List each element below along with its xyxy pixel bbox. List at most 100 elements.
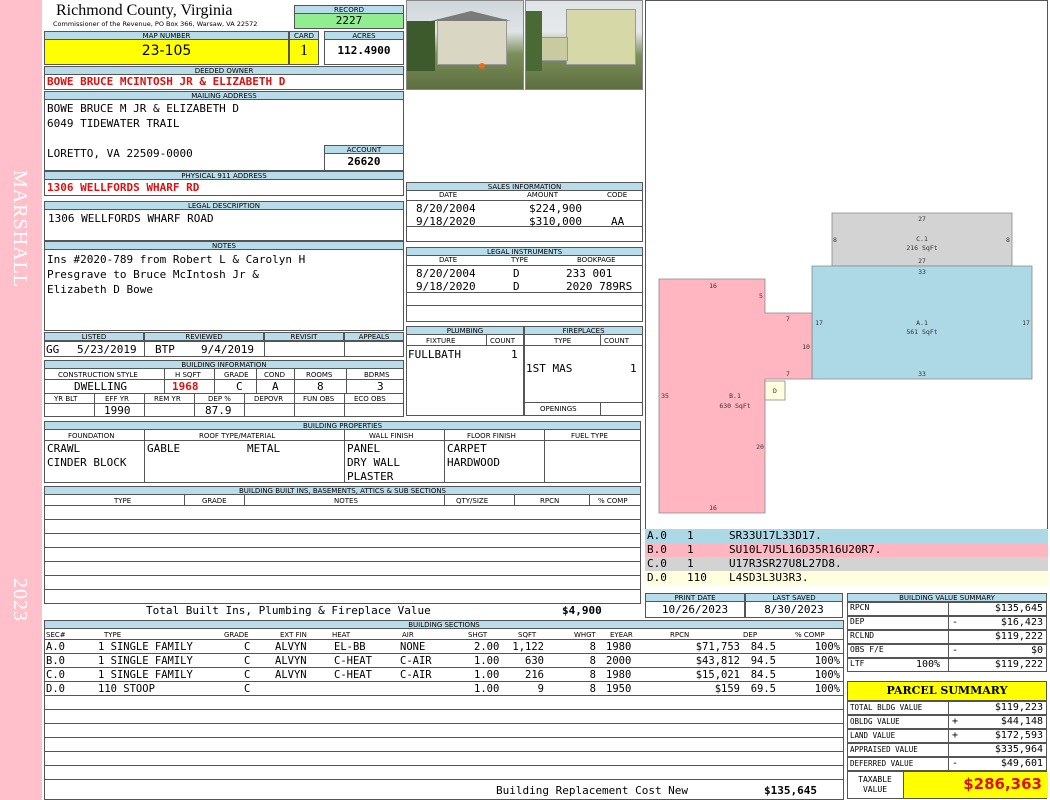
section-row-3-col-11: 69.5 [750,683,776,695]
dim-b-bottom: 16 [709,504,717,512]
building-sections-title: BUILDING SECTIONS [44,620,844,629]
li-col-date: DATE [439,256,458,264]
sketch-vectors: A.0 1 SR33U17L33D17. B.0 1 SU10L7U5L16D3… [645,529,1048,589]
section-row-0-col-0: A.0 [46,641,65,653]
li-1-date: 8/20/2004 [416,267,476,280]
parcel-row: TOTAL BLDG VALUE $119,223 [847,701,1047,715]
dim-b-left: 35 [661,392,669,400]
wall-finish-1: PANEL [347,442,381,455]
section-row-0-col-12: 100% [814,641,840,653]
section-row-3-col-2: C [244,683,251,695]
sections-col-7: SQFT [518,631,537,639]
sale-2-date: 9/18/2020 [416,215,476,228]
mailing-line-1: BOWE BRUCE M JR & ELIZABETH D [47,102,240,115]
sales-col-date: DATE [439,191,458,199]
section-row-0-col-8: 8 [589,641,596,653]
section-row-1-col-4: C-HEAT [334,655,372,667]
record-value: 2227 [294,14,404,29]
vector-c-n: 1 [687,557,694,570]
card-number: 1 [289,40,319,65]
mailing-address-label: MAILING ADDRESS [44,91,404,100]
building-sections: BUILDING SECTIONS SEC# TYPE GRADE EXT FIN HE… [44,620,844,800]
building-properties-section: BUILDING PROPERTIES FOUNDATION ROOF TYPE… [44,421,641,483]
parcel-sign: + [952,716,959,727]
mailing-line-2: 6049 TIDEWATER TRAIL [47,117,180,130]
value-summary-sign: - [952,617,959,628]
section-row-1-col-8: 8 [589,655,596,667]
property-photo-side[interactable] [525,0,643,90]
property-photo-front[interactable] [406,0,524,90]
plumbing-fixture: FULLBATH [408,348,461,361]
col-h-sqft: H SQFT [175,371,201,379]
parcel-row: DEFERRED VALUE - $49,601 [847,757,1047,771]
district-name: MARSHALL [9,170,31,289]
parcel-label: TOTAL BLDG VALUE [850,703,923,712]
physical-address-label: PHYSICAL 911 ADDRESS [44,171,404,180]
col-fuel-type: FUEL TYPE [571,432,608,440]
sketch-label-d: D [773,387,777,395]
sections-col-6: SHGT [468,631,488,639]
acres-label: ACRES [324,31,404,40]
tax-year: 2023 [9,578,31,622]
section-row-0-col-2: C [244,641,251,653]
builtins-col-type: TYPE [114,497,132,505]
foundation-2: CINDER BLOCK [47,456,127,469]
section-row-1-col-2: C [244,655,251,667]
section-row-3-col-12: 100% [814,683,840,695]
reviewed-label: REVIEWED [144,332,264,341]
parcel-row: APPRAISED VALUE $335,964 [847,743,1047,757]
section-row-1-col-10: $43,812 [695,655,740,667]
dim-a-left: 17 [815,319,823,327]
account-number: 26620 [324,154,404,171]
notes-line-3: Elizabeth D Bowe [47,283,153,296]
roof-type: GABLE [147,442,181,455]
revisit-label: REVISIT [264,332,344,341]
vector-d-sec: D.0 [647,571,667,584]
sections-col-12: % COMP [795,631,825,639]
dim-c-top: 27 [918,215,926,223]
cond-value: A [272,380,279,393]
value-summary-label: LTF [850,659,865,668]
heated-sqft: 1968 [172,380,199,393]
parcel-label: DEFERRED VALUE [850,759,914,768]
notes-section: NOTES Ins #2020-789 from Robert L & Caro… [44,241,404,331]
section-row-1-col-3: ALVYN [275,655,307,667]
last-saved-box: LAST SAVED 8/30/2023 [745,593,843,618]
builtins-col-rpcn: RPCN [540,497,560,505]
section-row-1-col-5: C-AIR [400,655,432,667]
builtins-title: BUILDING BUILT INS, BASEMENTS, ATTICS & … [44,486,641,495]
plumbing-title: PLUMBING [406,326,524,335]
value-summary-value: $16,423 [1000,617,1043,628]
rooms-value: 8 [317,380,324,393]
vector-row-b: B.0 1 SU10L7U5L16D35R16U20R7. [645,543,1048,557]
vector-c-code: U17R3SR27U8L27D8. [729,557,842,570]
vector-a-code: SR33U17L33D17. [729,529,822,542]
builtins-col-qty: QTY/SIZE [456,497,489,505]
value-summary-value: $119,222 [994,631,1043,642]
section-row-2-col-12: 100% [814,669,840,681]
card-label: CARD [289,31,319,40]
bdrms-value: 3 [377,380,384,393]
sections-col-9: EYEAR [610,631,633,639]
notes-line-2: Presgrave to Bruce McIntosh Jr & [47,268,259,281]
foundation-1: CRAWL [47,442,81,455]
col-rooms: ROOMS [306,371,333,379]
notes-line-1: Ins #2020-789 from Robert L & Carolyn H [47,253,306,266]
listed-label: LISTED [44,332,144,341]
reviewed-by: BTP [155,343,175,356]
taxable-value: $286,363 [963,775,1042,793]
mailing-line-4: LORETTO, VA 22509-0000 [47,147,193,160]
print-date-label: PRINT DATE [645,593,745,602]
wall-finish-2: DRY WALL [347,456,400,469]
value-summary-value: $135,645 [994,603,1043,614]
floor-finish-1: CARPET [447,442,487,455]
account-box: ACCOUNT 26620 [324,145,404,171]
legal-instruments-section: LEGAL INSTRUMENTS DATE TYPE BOOKPAGE 8/2… [406,247,643,322]
section-row-3-col-7: 9 [537,683,544,695]
section-row-0-col-6: 2.00 [474,641,500,653]
sections-col-2: GRADE [224,631,249,639]
parcel-label: APPRAISED VALUE [850,745,918,754]
value-summary-extra: 100% [916,659,941,670]
record-label: RECORD [294,5,404,14]
section-row-1-col-0: B.0 [46,655,65,667]
